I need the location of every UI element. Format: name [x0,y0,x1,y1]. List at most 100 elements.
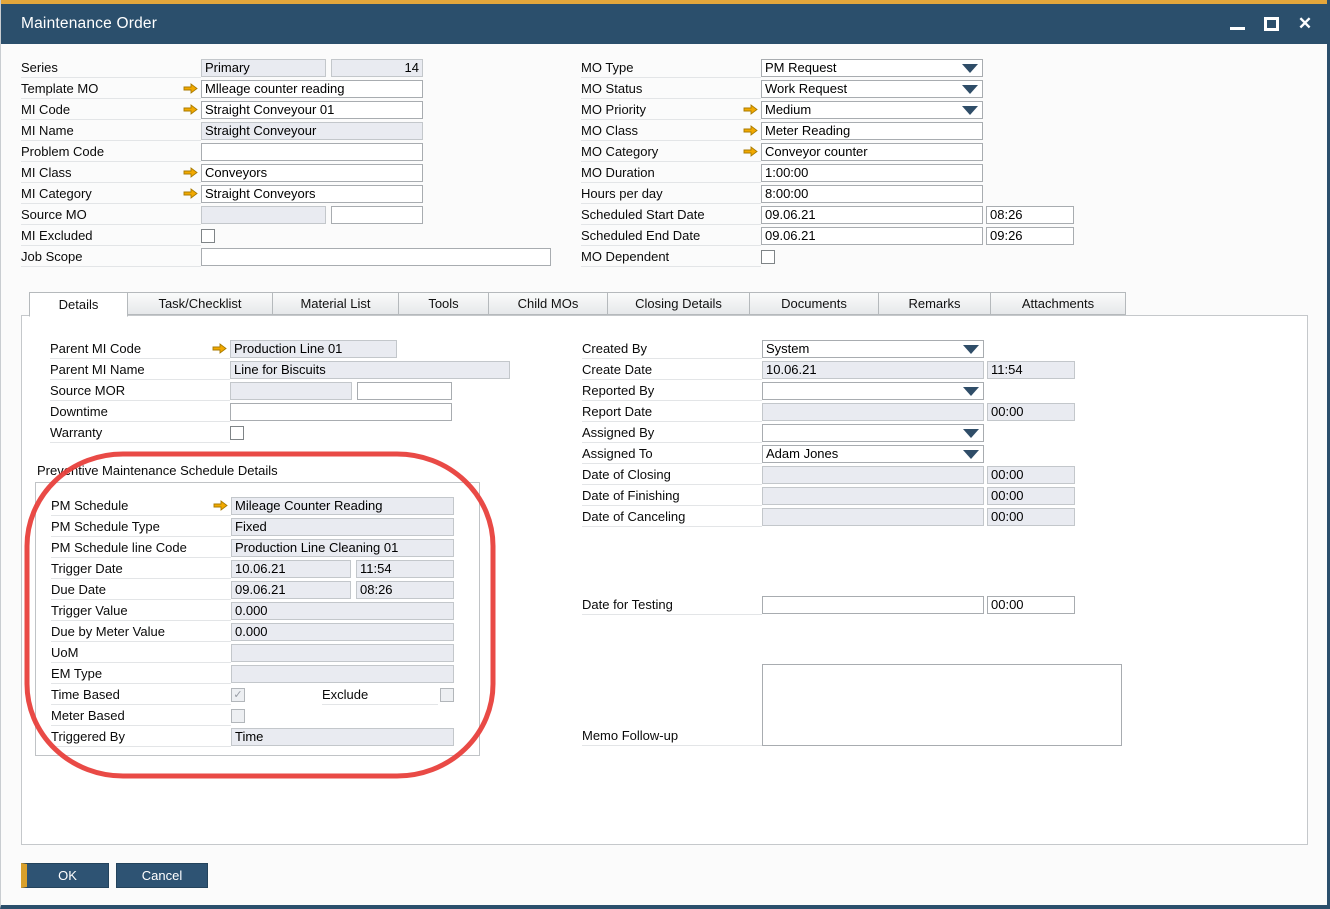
report-date-field [762,403,984,421]
created-by-row: Created By System [582,338,1122,359]
source-mor-label: Source MOR [50,383,125,398]
assigned-to-dropdown[interactable]: Adam Jones [762,445,984,463]
series-field[interactable]: Primary [201,59,326,77]
report-date-row: Report Date 00:00 [582,401,1122,422]
warranty-checkbox[interactable] [230,426,244,440]
link-arrow-icon[interactable] [213,500,228,511]
tab-child-mos[interactable]: Child MOs [488,292,608,315]
em-type-label: EM Type [51,666,102,681]
create-date-row: Create Date 10.06.21 11:54 [582,359,1122,380]
mi-category-field[interactable]: Straight Conveyors [201,185,423,203]
scheduled-end-time-field[interactable]: 09:26 [986,227,1074,245]
mo-type-dropdown[interactable]: PM Request [761,59,983,77]
downtime-field[interactable] [230,403,452,421]
uom-field [231,644,454,662]
chevron-down-icon [962,64,978,73]
scheduled-end-date-field[interactable]: 09.06.21 [761,227,983,245]
date-of-finishing-row: Date of Finishing 00:00 [582,485,1122,506]
series-number-field[interactable]: 14 [331,59,423,77]
cancel-button[interactable]: Cancel [116,863,208,888]
create-time-field: 11:54 [987,361,1075,379]
source-mor-field-1 [230,382,352,400]
job-scope-label: Job Scope [21,249,82,264]
mo-dependent-checkbox[interactable] [761,250,775,264]
mo-category-field[interactable]: Conveyor counter [761,143,983,161]
source-mo-field-2[interactable] [331,206,423,224]
pm-schedule-field: Mileage Counter Reading [231,497,454,515]
link-arrow-icon[interactable] [743,146,758,157]
titlebar: Maintenance Order [0,0,1330,44]
created-by-value: System [766,341,809,356]
due-date-field: 09.06.21 [231,581,351,599]
mi-code-field[interactable]: Straight Conveyour 01 [201,101,423,119]
testing-time-field[interactable]: 00:00 [987,596,1075,614]
downtime-row: Downtime [50,401,510,422]
mo-type-row: MO Type PM Request [581,57,1074,78]
tab-task-checklist[interactable]: Task/Checklist [127,292,273,315]
problem-code-field[interactable] [201,143,423,161]
details-right-column: Created By System Create Date 10.06.21 1… [582,338,1122,746]
details-left-column: Parent MI Code Production Line 01 Parent… [50,338,510,443]
link-arrow-icon[interactable] [183,83,198,94]
created-by-dropdown[interactable]: System [762,340,984,358]
trigger-value-row: Trigger Value 0.000 [51,600,479,621]
link-arrow-icon[interactable] [183,167,198,178]
assigned-to-row: Assigned To Adam Jones [582,443,1122,464]
mi-code-label: MI Code [21,102,70,117]
assigned-by-dropdown[interactable] [762,424,984,442]
mo-class-field[interactable]: Meter Reading [761,122,983,140]
tab-documents[interactable]: Documents [749,292,879,315]
time-based-row: Time Based Exclude [51,684,479,705]
mo-dependent-row: MO Dependent [581,246,1074,267]
link-arrow-icon[interactable] [212,343,227,354]
pm-schedule-type-row: PM Schedule Type Fixed [51,516,479,537]
chevron-down-icon [962,106,978,115]
template-mo-field[interactable]: Mlleage counter reading [201,80,423,98]
mo-status-dropdown[interactable]: Work Request [761,80,983,98]
warranty-row: Warranty [50,422,510,443]
mi-name-label: MI Name [21,123,74,138]
job-scope-row: Job Scope [21,246,551,267]
source-mor-field-2[interactable] [357,382,452,400]
link-arrow-icon[interactable] [743,125,758,136]
mo-priority-row: MO Priority Medium [581,99,1074,120]
tab-details[interactable]: Details [29,292,128,317]
job-scope-field[interactable] [201,248,551,266]
problem-code-row: Problem Code [21,141,551,162]
memo-follow-up-textarea[interactable] [762,664,1122,746]
minimize-icon[interactable] [1227,14,1247,34]
maximize-icon[interactable] [1261,14,1281,34]
uom-row: UoM [51,642,479,663]
scheduled-start-date-field[interactable]: 09.06.21 [761,206,983,224]
tab-attachments[interactable]: Attachments [990,292,1126,315]
parent-mi-code-row: Parent MI Code Production Line 01 [50,338,510,359]
report-date-label: Report Date [582,404,652,419]
link-arrow-icon[interactable] [183,104,198,115]
ok-button[interactable]: OK [21,863,109,888]
series-row: Series Primary 14 [21,57,551,78]
mi-excluded-checkbox[interactable] [201,229,215,243]
close-icon[interactable] [1295,14,1315,34]
mi-class-field[interactable]: Conveyors [201,164,423,182]
exclude-label: Exclude [322,687,368,702]
scheduled-start-time-field[interactable]: 08:26 [986,206,1074,224]
details-tab-panel: Parent MI Code Production Line 01 Parent… [21,315,1308,845]
created-by-label: Created By [582,341,647,356]
link-arrow-icon[interactable] [183,188,198,199]
mo-priority-dropdown[interactable]: Medium [761,101,983,119]
assigned-by-label: Assigned By [582,425,654,440]
hours-per-day-field[interactable]: 8:00:00 [761,185,983,203]
mo-status-row: MO Status Work Request [581,78,1074,99]
link-arrow-icon[interactable] [743,104,758,115]
tab-remarks[interactable]: Remarks [878,292,991,315]
tab-tools[interactable]: Tools [398,292,489,315]
meter-based-label: Meter Based [51,708,125,723]
reported-by-dropdown[interactable] [762,382,984,400]
mi-excluded-label: MI Excluded [21,228,93,243]
em-type-row: EM Type [51,663,479,684]
mo-duration-field[interactable]: 1:00:00 [761,164,983,182]
date-for-testing-field[interactable] [762,596,984,614]
tab-material-list[interactable]: Material List [272,292,399,315]
tab-closing-details[interactable]: Closing Details [607,292,750,315]
scheduled-end-row: Scheduled End Date 09.06.21 09:26 [581,225,1074,246]
